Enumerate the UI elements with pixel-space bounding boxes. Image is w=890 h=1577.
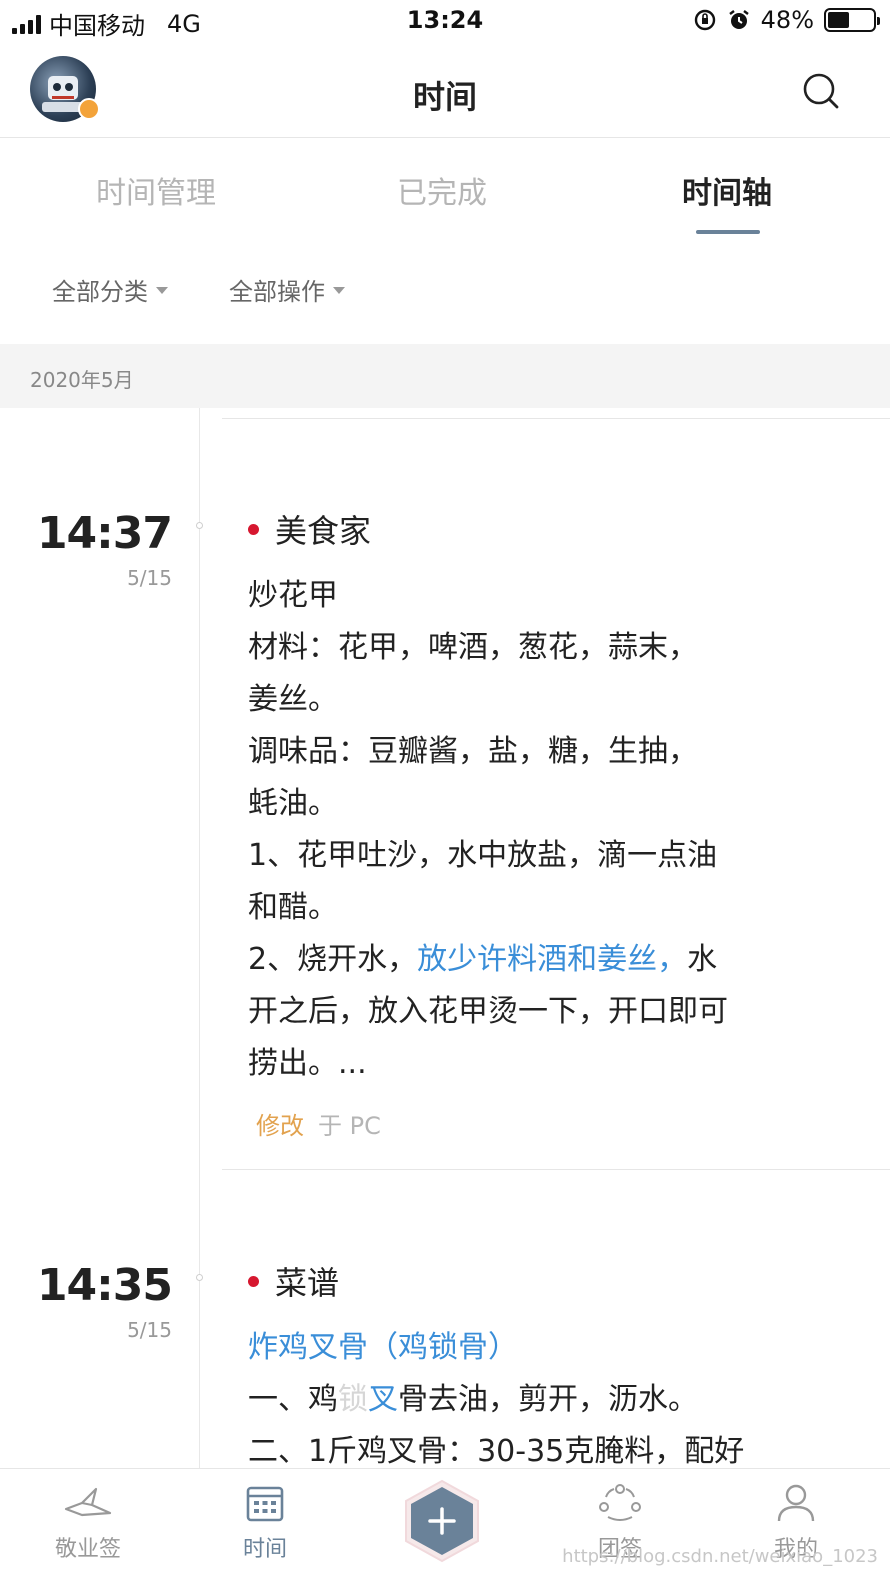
- filter-bar: 全部分类 全部操作: [0, 258, 890, 318]
- entry-time: 14:35: [36, 1260, 173, 1311]
- content-text: 骨去油，剪开，沥水。: [398, 1382, 698, 1417]
- alarm-icon: [728, 10, 749, 29]
- content-line: 捞出。...: [248, 1046, 367, 1081]
- entry-date: 5/15: [127, 1318, 172, 1342]
- tab-completed[interactable]: 已完成: [332, 168, 552, 212]
- category-dot-icon: [248, 1275, 259, 1287]
- calendar-icon: [246, 1486, 284, 1522]
- nav-label: 时间: [242, 1537, 287, 1562]
- content-line: 材料：花甲，啤酒，葱花，蒜末，: [248, 630, 698, 665]
- month-label: 2020年5月: [30, 368, 134, 392]
- highlighted-text: 叉: [368, 1382, 398, 1417]
- content-line: 1、花甲吐沙，水中放盐，滴一点油: [248, 838, 718, 873]
- entry-time: 14:37: [36, 508, 173, 559]
- entry-date: 5/15: [127, 566, 172, 590]
- content-line: 调味品：豆瓣酱，盐，糖，生抽，: [248, 734, 698, 769]
- paper-plane-icon: [64, 1487, 112, 1517]
- entry-category: 美食家: [248, 506, 371, 552]
- timeline-node: [196, 1274, 203, 1281]
- caret-down-icon: [156, 287, 168, 294]
- content-line: 一、鸡锁叉骨去油，剪开，沥水。: [248, 1374, 848, 1426]
- entry-category: 菜谱: [248, 1258, 339, 1304]
- watermark: https://blog.csdn.net/weixiao_1023: [562, 1546, 878, 1567]
- modified-label: 修改: [256, 1112, 304, 1140]
- content-line: 开之后，放入花甲烫一下，开口即可: [248, 994, 728, 1029]
- status-bar: 中国移动 4G 13:24 48%: [0, 0, 890, 44]
- tab-time-management[interactable]: 时间管理: [46, 168, 266, 212]
- entry-content: 炒花甲 材料：花甲，啤酒，葱花，蒜末， 姜丝。 调味品：豆瓣酱，盐，糖，生抽， …: [248, 570, 848, 1090]
- person-icon: [777, 1484, 815, 1522]
- month-header: 2020年5月: [0, 344, 890, 408]
- battery-percent: 48%: [760, 6, 814, 34]
- category-filter-label: 全部分类: [52, 278, 148, 306]
- content-text: 水: [687, 942, 718, 977]
- content-line: 炒花甲: [248, 578, 338, 613]
- nav-item-time[interactable]: 时间: [205, 1483, 325, 1563]
- nav-item-jingyeqian[interactable]: 敬业签: [28, 1483, 148, 1563]
- category-dot-icon: [248, 523, 259, 535]
- top-bar: 时间: [0, 44, 890, 138]
- content-line: 姜丝。: [248, 682, 338, 717]
- category-label: 美食家: [275, 512, 372, 550]
- source-label: 于 PC: [318, 1112, 381, 1140]
- timeline-list[interactable]: 14:37 5/15 美食家 炒花甲 材料：花甲，啤酒，葱花，蒜末， 姜丝。 调…: [0, 408, 890, 1468]
- operation-filter-label: 全部操作: [229, 278, 325, 306]
- search-icon[interactable]: [802, 72, 840, 110]
- content-line: 蚝油。: [248, 786, 338, 821]
- caret-down-icon: [333, 287, 345, 294]
- status-right: 48%: [693, 6, 880, 34]
- timeline-node: [196, 522, 203, 529]
- entry-meta: 修改 于 PC: [256, 1106, 381, 1141]
- highlighted-text: 放少许料酒和姜丝，: [417, 942, 688, 977]
- bottom-nav: 敬业签 时间 团签 我的 https://blog.csdn.net/weixi…: [0, 1468, 890, 1577]
- content-line: 二、1斤鸡叉骨：30-35克腌料，配好: [248, 1434, 745, 1468]
- tab-timeline[interactable]: 时间轴: [617, 168, 837, 212]
- tab-active-indicator: [696, 230, 760, 234]
- content-line: 和醋。: [248, 890, 338, 925]
- team-icon: [599, 1484, 641, 1521]
- content-text: 一、鸡: [248, 1382, 338, 1417]
- faded-text: 锁: [338, 1382, 368, 1417]
- category-label: 菜谱: [275, 1264, 340, 1302]
- divider: [222, 1169, 890, 1170]
- page-title: 时间: [412, 78, 477, 116]
- timeline-line: [199, 408, 200, 1468]
- category-filter[interactable]: 全部分类: [52, 272, 168, 307]
- entry-title: 炸鸡叉骨（鸡锁骨）: [248, 1330, 518, 1365]
- operation-filter[interactable]: 全部操作: [229, 272, 345, 307]
- content-line: 2、烧开水，放少许料酒和姜丝，水: [248, 934, 848, 986]
- battery-icon: [824, 8, 880, 32]
- plus-icon[interactable]: [400, 1479, 484, 1563]
- rotation-lock-icon: [694, 9, 715, 31]
- nav-label: 敬业签: [54, 1537, 121, 1562]
- tab-bar: 时间管理 已完成 时间轴: [0, 140, 890, 240]
- content-text: 2、烧开水，: [248, 942, 418, 977]
- entry-content: 炸鸡叉骨（鸡锁骨） 一、鸡锁叉骨去油，剪开，沥水。 二、1斤鸡叉骨：30-35克…: [248, 1322, 848, 1468]
- divider: [222, 418, 890, 419]
